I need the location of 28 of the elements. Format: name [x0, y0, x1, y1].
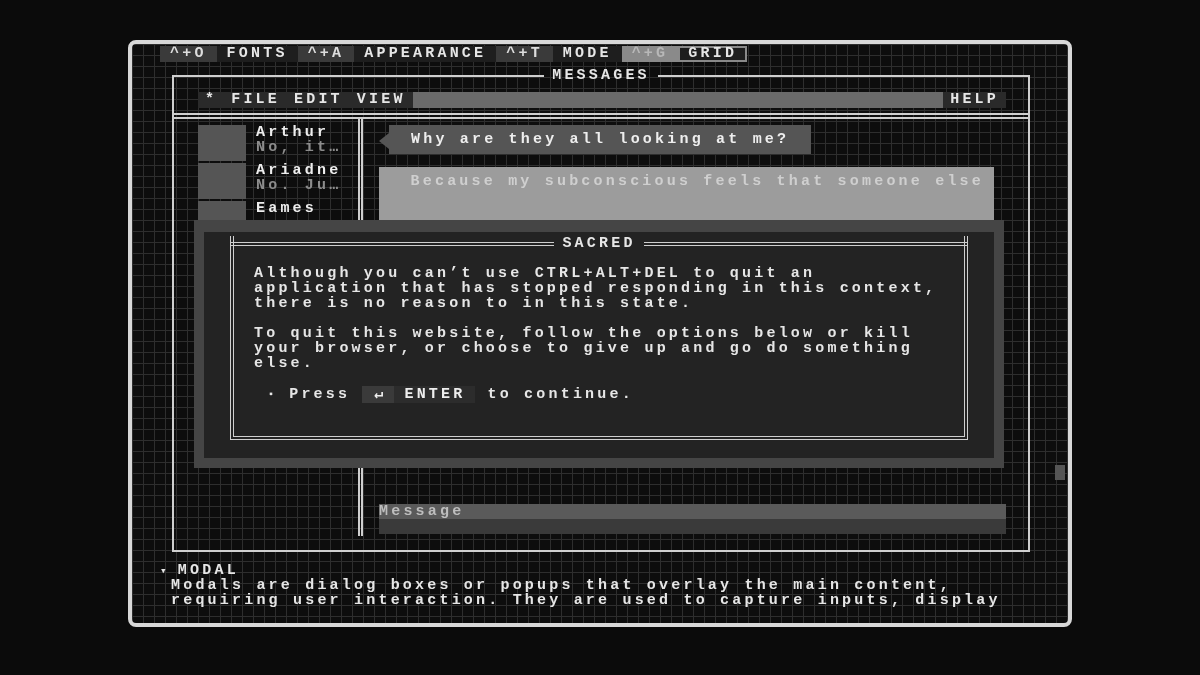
message-preview: No, it…	[256, 140, 342, 155]
enter-key-button[interactable]: ↵ ENTER	[362, 386, 476, 403]
section-text: Modals are dialog boxes or popups that overlay the main content, requiring user interaction. They are used to capture inputs, display	[171, 578, 1002, 608]
bullet: ▪	[268, 388, 278, 402]
avatar	[198, 163, 246, 199]
prompt-text: Press	[289, 386, 351, 403]
menu-item[interactable]: HELP	[943, 92, 1006, 108]
modal-text: Although you can’t use CTRL+ALT+DEL to quit an application that has stopped responding in this context, there is no reason to in this state.	[254, 266, 939, 311]
contact-name: Eames	[256, 201, 317, 216]
contact-name: Arthur	[256, 125, 330, 140]
scrollbar-thumb[interactable]	[1055, 465, 1065, 480]
modal-title: SACRED	[561, 236, 637, 252]
section-title: MODAL	[177, 564, 239, 578]
expand-marker[interactable]: ▾	[160, 564, 170, 578]
contact-item[interactable]: Arthur No, it…	[198, 125, 350, 161]
contact-item[interactable]: Ariadne No. Ju…	[198, 163, 350, 199]
window-title: MESSAGES	[551, 68, 651, 84]
prompt-text: to continue.	[487, 386, 634, 403]
avatar	[198, 125, 246, 161]
modal-text: To quit this website, follow the options below or kill your browser, or choose to give up and go do something else.	[254, 326, 914, 371]
message-text: Why are they all looking at me?	[411, 132, 790, 147]
message-preview: No. Ju…	[256, 178, 342, 193]
menu-item[interactable]: VIEW	[349, 92, 413, 108]
menu-item[interactable]: EDIT	[287, 92, 350, 108]
contact-name: Ariadne	[256, 163, 342, 178]
message-field[interactable]: Message	[379, 504, 1006, 534]
menu-item[interactable]: FILE	[224, 92, 287, 108]
menu-item[interactable]: *	[198, 92, 225, 108]
